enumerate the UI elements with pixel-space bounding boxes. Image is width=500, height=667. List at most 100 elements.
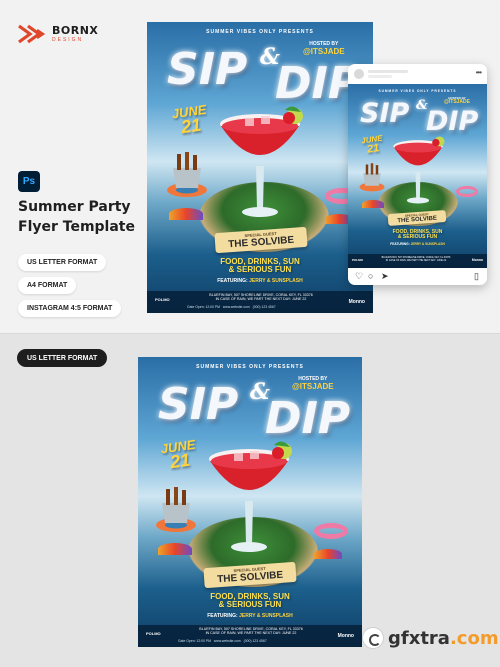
share-icon: ➤ xyxy=(381,271,389,281)
flyer-tagline-ig: FOOD, DRINKS, SUN & SERIOUS FUN xyxy=(348,229,487,241)
kite-right-icon-b xyxy=(314,549,342,559)
instagram-actions: ♡ ○ ➤ ▯ xyxy=(348,269,487,285)
flyer-gate-open: Gate Open: 12:00 PM xyxy=(187,305,220,309)
flyer-featuring-names-ig: JERRY & SUNSPLASH xyxy=(410,242,445,246)
flyer-featuring-label: FEATURING: xyxy=(217,278,248,284)
flyer-logo-left-b: POLMO xyxy=(146,631,161,636)
instagram-header: ••• xyxy=(348,64,487,84)
flyer-hosted-name-ig: @ITSJADE xyxy=(444,99,470,106)
flyer-address-2-b: IN CASE OF RAIN, WE PART THE NEXT DAY: J… xyxy=(205,631,297,636)
product-title-line-2: Flyer Template xyxy=(18,219,135,235)
flamingo-float-icon-b xyxy=(314,523,348,539)
flyer-top-line-ig: SUMMER VIBES ONLY PRESENTS xyxy=(378,89,457,93)
flyer-title-dip-b: DIP xyxy=(265,393,351,444)
watermark-logo-icon xyxy=(362,627,384,649)
bornx-logo-icon xyxy=(18,24,46,44)
flyer-website-b: www.website.com xyxy=(213,639,241,643)
flyer-gate-open-b: Gate Open: 12:00 PM xyxy=(178,639,211,643)
flyer-tagline-2-ig: & SERIOUS FUN xyxy=(397,234,438,241)
flyer-preview-bottom: SUMMER VIBES ONLY PRESENTS SIP & DIP HOS… xyxy=(138,357,362,647)
more-options-icon: ••• xyxy=(475,68,482,77)
product-title: Summer Party Flyer Template xyxy=(18,197,135,237)
flyer-footer-ig: POLMO BLUEFIN BAY, 507 SHORELINE DRIVE, … xyxy=(348,254,487,268)
kite-left-icon-ig xyxy=(362,200,384,208)
username-placeholder xyxy=(368,70,408,73)
flyer-tagline-b: FOOD, DRINKS, SUN & SERIOUS FUN xyxy=(138,592,362,610)
watermark: gfxtra.com xyxy=(362,627,499,649)
flyer-tagline-2: & SERIOUS FUN xyxy=(228,265,292,275)
flyer-preview-top: SUMMER VIBES ONLY PRESENTS SIP & DIP HOS… xyxy=(147,22,373,313)
cocktail-glass-icon-ig xyxy=(393,136,445,204)
watermark-text: gfxtra.com xyxy=(388,628,499,649)
flyer-hosted-b: HOSTED BY @ITSJADE xyxy=(292,376,334,391)
flyer-preview-instagram: SUMMER VIBES ONLY PRESENTS SIP & DIP HOS… xyxy=(348,84,487,268)
brand-subtitle: DESIGN xyxy=(52,37,84,43)
flamingo-float-icon-ig xyxy=(456,186,478,197)
kite-left-icon-b xyxy=(158,543,192,555)
flyer-title-sip-ig: SIP xyxy=(360,98,410,129)
flyer-title-dip-ig: DIP xyxy=(426,106,479,137)
location-placeholder xyxy=(368,75,392,78)
flyer-phone-b: (000) 123 4567 xyxy=(243,639,267,643)
flyer-contact-b: Gate Open: 12:00 PM www.website.com (000… xyxy=(178,639,267,643)
flyer-title-sip-b: SIP xyxy=(158,379,239,430)
flyer-website: www.website.com xyxy=(222,305,250,309)
flyer-hosted-name-b: @ITSJADE xyxy=(292,381,334,391)
cocktail-glass-icon xyxy=(220,106,303,217)
format-chip-us-letter: US LETTER FORMAT xyxy=(18,254,107,271)
watermark-name: gfxtra xyxy=(388,627,450,649)
format-chip-instagram: INSTAGRAM 4:5 FORMAT xyxy=(18,300,122,317)
flyer-footer-b: POLMO BLUEFIN BAY, 507 SHORELINE DRIVE, … xyxy=(138,625,362,647)
kite-left-icon xyxy=(169,208,203,220)
flyer-hosted-name: @ITSJADE xyxy=(303,46,345,56)
flyer-logo-right-b: Monno xyxy=(337,633,354,639)
flyer-footer: POLMO BLUEFIN BAY, 507 SHORELINE DRIVE, … xyxy=(147,291,373,313)
flyer-logo-left: POLMO xyxy=(155,297,170,302)
flyer-address-b: BLUEFIN BAY, 507 SHORELINE DRIVE, CORAL … xyxy=(174,627,328,636)
flyer-hosted: HOSTED BY @ITSJADE xyxy=(303,41,345,56)
flyer-address: BLUEFIN BAY, 507 SHORELINE DRIVE, CORAL … xyxy=(183,293,339,302)
brand-logo: BORNX DESIGN xyxy=(17,24,98,44)
flyer-logo-right-ig: Monno xyxy=(471,258,483,262)
flyer-tagline: FOOD, DRINKS, SUN & SERIOUS FUN xyxy=(147,257,373,275)
photoshop-icon: Ps xyxy=(18,171,40,192)
flyer-address-2-ig: IN CASE OF RAIN, WE PART THE NEXT DAY: J… xyxy=(385,259,447,262)
flyer-featuring-ig: FEATURING: JERRY & SUNSPLASH xyxy=(348,242,487,246)
instagram-post-mockup: ••• SUMMER VIBES ONLY PRESENTS SIP & DIP… xyxy=(348,64,487,285)
ice-bucket-icon xyxy=(167,152,207,197)
format-list: US LETTER FORMAT A4 FORMAT INSTAGRAM 4:5… xyxy=(18,254,122,317)
flyer-guest-banner-ig: SPECIAL GUEST THE SOLVIBE xyxy=(387,209,447,227)
flyer-date-ig: JUNE 21 xyxy=(361,134,385,156)
avatar xyxy=(354,69,364,79)
flyer-top-line-b: SUMMER VIBES ONLY PRESENTS xyxy=(196,364,304,370)
brand-name: BORNX xyxy=(52,24,99,37)
flyer-featuring-b: FEATURING: JERRY & SUNSPLASH xyxy=(138,613,362,619)
flyer-logo-left-ig: POLMO xyxy=(352,258,363,262)
flyer-logo-right: Monno xyxy=(348,299,365,305)
ice-bucket-icon-ig xyxy=(359,163,385,192)
ice-bucket-icon-b xyxy=(156,487,196,532)
flyer-hosted-ig: HOSTED BY @ITSJADE xyxy=(444,96,470,106)
flyer-tagline-2-b: & SERIOUS FUN xyxy=(218,600,282,610)
flyer-title-sip: SIP xyxy=(167,44,248,95)
flyer-featuring-label-ig: FEATURING: xyxy=(390,242,410,246)
flyer-top-line: SUMMER VIBES ONLY PRESENTS xyxy=(206,29,314,35)
flyer-address-ig: BLUEFIN BAY, 507 SHORELINE DRIVE, CORAL … xyxy=(370,256,462,262)
flyer-date-b: JUNE 21 xyxy=(160,437,198,473)
flyer-address-2: IN CASE OF RAIN, WE PART THE NEXT DAY: J… xyxy=(215,297,307,302)
format-chip-a4: A4 FORMAT xyxy=(18,277,77,294)
comment-icon: ○ xyxy=(368,271,374,281)
flyer-featuring-label-b: FEATURING: xyxy=(207,613,238,619)
cocktail-glass-icon-b xyxy=(209,441,292,552)
product-title-line-1: Summer Party xyxy=(18,199,131,215)
watermark-suffix: .com xyxy=(449,627,499,649)
bookmark-icon: ▯ xyxy=(474,271,479,281)
heart-icon: ♡ xyxy=(355,271,364,281)
flyer-featuring-names-b: JERRY & SUNSPLASH xyxy=(239,613,293,619)
flyer-phone: (000) 123 4567 xyxy=(252,305,276,309)
flyer-date: JUNE 21 xyxy=(171,102,209,138)
flyer-featuring-names: JERRY & SUNSPLASH xyxy=(249,278,303,284)
flyer-featuring: FEATURING: JERRY & SUNSPLASH xyxy=(147,278,373,284)
flyer-contact: Gate Open: 12:00 PM www.website.com (000… xyxy=(187,305,276,309)
format-label-pill: US LETTER FORMAT xyxy=(17,349,108,367)
